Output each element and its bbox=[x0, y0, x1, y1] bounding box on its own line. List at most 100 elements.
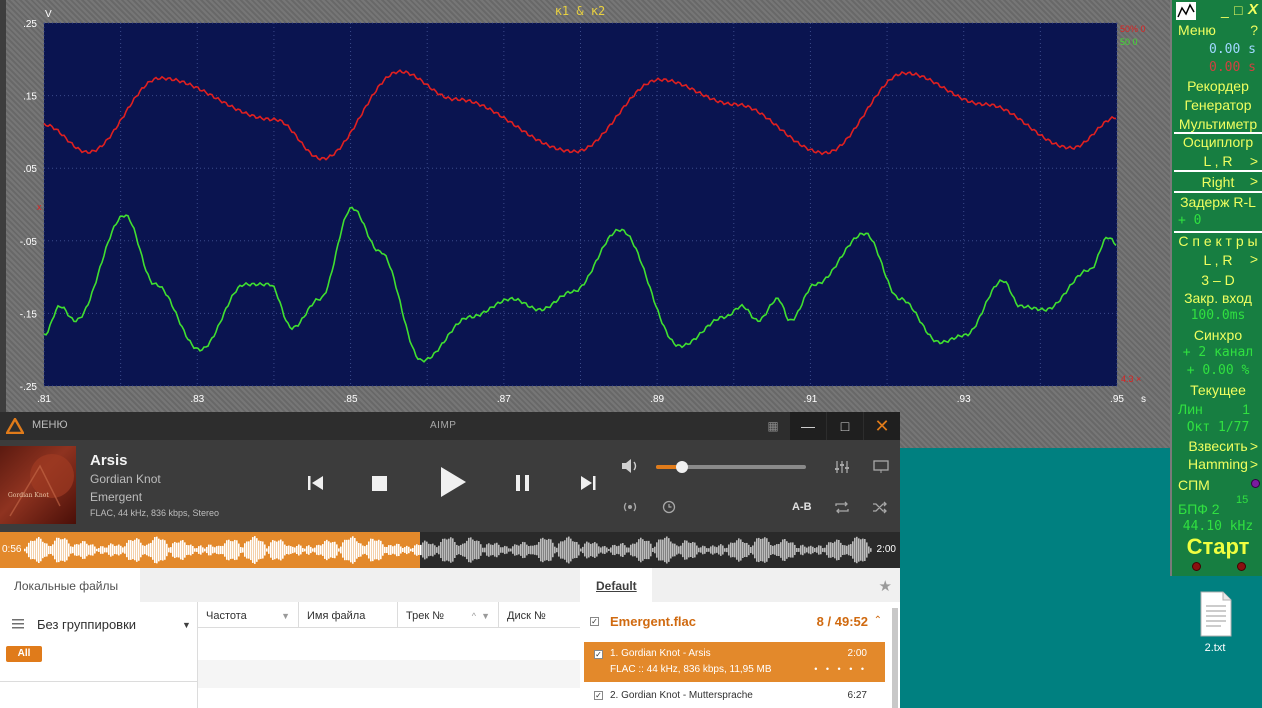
aimp-logo-icon[interactable] bbox=[6, 418, 24, 434]
playlist-item[interactable]: ✓ 2. Gordian Knot - Muttersprache 6:27 bbox=[584, 684, 885, 708]
close-button[interactable]: X bbox=[1248, 1, 1258, 18]
spectra-channels-item[interactable]: L , R bbox=[1172, 252, 1262, 268]
volume-knob[interactable] bbox=[675, 461, 688, 473]
oscillograph-item[interactable]: Осциплогр bbox=[1172, 134, 1262, 150]
play-button[interactable] bbox=[438, 465, 468, 499]
delay-item[interactable]: Задерж R-L bbox=[1172, 194, 1262, 210]
checkbox[interactable]: ✓ bbox=[590, 617, 599, 626]
timer-icon[interactable] bbox=[662, 500, 676, 514]
sample-rate-value[interactable]: 44.10 kHz bbox=[1172, 519, 1262, 534]
maximize-icon[interactable]: □ bbox=[827, 412, 863, 440]
osc-channels-arrow-icon[interactable]: > bbox=[1250, 153, 1258, 169]
previous-button[interactable] bbox=[306, 474, 326, 492]
sort-icon[interactable]: ^ bbox=[472, 611, 476, 621]
playlist-group-header[interactable]: ✓ Emergent.flac 8 / 49:52 ⌃ bbox=[580, 608, 890, 636]
all-filter-chip[interactable]: All bbox=[6, 646, 42, 662]
recorder-item[interactable]: Рекордер bbox=[1172, 78, 1262, 94]
playlist-item-active[interactable]: ✓ 1. Gordian Knot - Arsis 2:00 FLAC :: 4… bbox=[584, 642, 885, 682]
pause-button[interactable] bbox=[513, 474, 533, 492]
waveform-bar bbox=[494, 543, 496, 557]
green-channel-readout: 50 0 bbox=[1120, 37, 1138, 47]
filter-icon[interactable]: ▼ bbox=[481, 611, 490, 621]
minimize-icon[interactable]: — bbox=[790, 412, 826, 440]
gate-item[interactable]: Закр. вход bbox=[1172, 290, 1262, 306]
waveform-bar bbox=[536, 544, 538, 556]
waveform-bar bbox=[274, 540, 276, 560]
table-row[interactable] bbox=[198, 660, 580, 688]
maximize-button[interactable]: □ bbox=[1234, 2, 1242, 18]
next-button[interactable] bbox=[578, 474, 598, 492]
close-icon[interactable]: ✕ bbox=[864, 412, 900, 440]
spm-item[interactable]: СПМ bbox=[1172, 477, 1262, 493]
column-header[interactable]: Диск № bbox=[499, 602, 580, 628]
3d-item[interactable]: 3 – D bbox=[1172, 272, 1262, 288]
waveform-bar bbox=[654, 546, 656, 554]
sync-channel-value[interactable]: + 2 канал bbox=[1172, 345, 1262, 360]
star-icon[interactable]: ★ bbox=[879, 577, 892, 595]
sync-item[interactable]: Синхро bbox=[1172, 327, 1262, 343]
checkbox[interactable]: ✓ bbox=[594, 650, 603, 659]
waveform-bar bbox=[676, 545, 678, 555]
scrollbar[interactable] bbox=[892, 608, 898, 708]
volume-icon[interactable] bbox=[621, 458, 639, 474]
sync-percent-value[interactable]: + 0.00 % bbox=[1172, 363, 1262, 378]
oscilloscope-plot[interactable]: к1 & к2 V s 50% 0 50 0 4.3 × x .25 .15 .05… bbox=[0, 0, 1170, 412]
filter-icon[interactable]: ▼ bbox=[281, 611, 290, 621]
tab-local-files[interactable]: Локальные файлы bbox=[0, 568, 140, 602]
waveform-bar bbox=[640, 537, 642, 563]
spectra-arrow-icon[interactable]: > bbox=[1250, 251, 1258, 267]
multimeter-item[interactable]: Мультиметр bbox=[1172, 116, 1262, 132]
waveform-bar bbox=[136, 538, 138, 562]
collapse-icon[interactable]: ⌃ bbox=[874, 615, 882, 626]
start-button[interactable]: Старт bbox=[1172, 534, 1262, 566]
hamburger-icon[interactable] bbox=[12, 619, 24, 629]
right-channel-item[interactable]: Right bbox=[1172, 174, 1262, 190]
generator-item[interactable]: Генератор bbox=[1172, 97, 1262, 113]
oct-item[interactable]: Окт 1/77 bbox=[1172, 420, 1262, 435]
fft-item[interactable]: БПФ 2 bbox=[1172, 501, 1262, 517]
repeat-icon[interactable] bbox=[834, 501, 850, 514]
waveform-bar bbox=[342, 542, 344, 558]
waveform-bar bbox=[376, 540, 378, 560]
album-cover[interactable]: Gordian Knot bbox=[0, 446, 76, 524]
grid-icon[interactable]: ▦ bbox=[755, 412, 791, 440]
column-header[interactable]: Частота ▼ bbox=[198, 602, 299, 628]
shuffle-icon[interactable] bbox=[872, 501, 888, 514]
stop-button[interactable] bbox=[371, 475, 389, 491]
waveform-seekbar[interactable]: 0:56 2:00 bbox=[0, 532, 900, 568]
rating-dots[interactable]: • • • • • bbox=[814, 664, 867, 674]
tab-default-playlist[interactable]: Default bbox=[580, 568, 652, 602]
gate-value[interactable]: 100.0ms bbox=[1172, 308, 1262, 323]
app-icon[interactable] bbox=[1176, 2, 1196, 20]
waveform-bar bbox=[656, 542, 658, 558]
visualization-icon[interactable] bbox=[873, 460, 889, 474]
right-channel-arrow-icon[interactable]: > bbox=[1250, 173, 1258, 189]
waveform-bar bbox=[574, 541, 576, 559]
delay-value[interactable]: + 0 bbox=[1172, 213, 1262, 228]
weigh-item[interactable]: Взвесить bbox=[1172, 438, 1262, 454]
radio-icon[interactable] bbox=[622, 500, 638, 514]
help-item[interactable]: ? bbox=[1172, 22, 1262, 38]
minimize-button[interactable]: _ bbox=[1221, 2, 1229, 18]
grouping-label[interactable]: Без группировки bbox=[37, 617, 136, 632]
led-left-icon bbox=[1192, 562, 1201, 571]
spm-indicator-icon[interactable] bbox=[1251, 479, 1260, 488]
spectra-item[interactable]: С п е к т р ы bbox=[1172, 233, 1262, 249]
hamming-item[interactable]: Hamming bbox=[1172, 456, 1262, 472]
equalizer-icon[interactable] bbox=[834, 460, 850, 474]
osc-channels-item[interactable]: L , R bbox=[1172, 153, 1262, 169]
chevron-down-icon[interactable]: ▼ bbox=[182, 620, 191, 630]
current-item[interactable]: Текущее bbox=[1172, 382, 1262, 398]
volume-slider[interactable] bbox=[656, 461, 806, 473]
checkbox[interactable]: ✓ bbox=[594, 691, 603, 700]
grouping-selector[interactable]: Без группировки ▼ bbox=[0, 608, 197, 638]
ab-repeat-button[interactable]: A-B bbox=[792, 501, 812, 513]
desktop-file-icon[interactable]: 2.txt bbox=[1193, 590, 1237, 654]
x-tick-label: .89 bbox=[650, 394, 664, 405]
hamming-arrow-icon[interactable]: > bbox=[1250, 456, 1258, 472]
aimp-menu-button[interactable]: МЕНЮ bbox=[32, 419, 68, 431]
waveform-bar bbox=[110, 543, 112, 557]
column-header[interactable]: Трек № ^ ▼ bbox=[398, 602, 499, 628]
weigh-arrow-icon[interactable]: > bbox=[1250, 438, 1258, 454]
column-header[interactable]: Имя файла bbox=[299, 602, 398, 628]
